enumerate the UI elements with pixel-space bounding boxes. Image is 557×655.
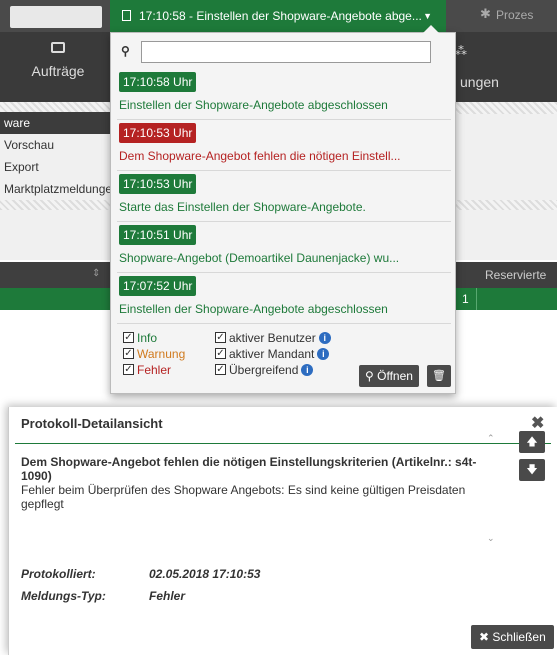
gear-icon: ✱ — [480, 6, 491, 21]
checkbox-checked-icon[interactable]: ✓ — [123, 364, 134, 376]
nav-item-settings[interactable]: ungen — [460, 74, 499, 90]
protocol-entry[interactable]: 17:07:52 Uhr Einstellen der Shopware-Ang… — [117, 273, 451, 324]
arrow-up-icon: 🡅 — [526, 436, 538, 448]
detail-heading: Dem Shopware-Angebot fehlen die nötigen … — [21, 455, 477, 483]
checkbox-checked-icon[interactable]: ✓ — [215, 332, 226, 344]
entry-time-badge: 17:10:53 Uhr — [119, 174, 197, 194]
checkbox-checked-icon[interactable]: ✓ — [215, 348, 226, 360]
arrow-down-icon: 🡇 — [526, 464, 538, 476]
top-left-field[interactable] — [10, 6, 102, 28]
filter-warnung[interactable]: ✓ Warnung — [123, 347, 185, 361]
side-menu-item[interactable]: Vorschau — [0, 134, 112, 156]
column-header-reserved[interactable]: Reservierte — [485, 268, 546, 282]
protocol-select[interactable]: 17:10:58 - Einstellen der Shopware-Angeb… — [110, 0, 446, 32]
message-type-row: Meldungs-Typ: Fehler — [21, 589, 185, 603]
message-type-value: Fehler — [149, 589, 186, 603]
info-icon[interactable]: i — [301, 363, 314, 376]
filter-aktiver-benutzer[interactable]: ✓ aktiver Benutzer i — [215, 331, 331, 345]
detail-body: Fehler beim Überprüfen des Shopware Ange… — [21, 483, 466, 511]
close-button-label: Schließen — [492, 630, 546, 644]
previous-entry-button[interactable]: 🡅 — [519, 431, 545, 453]
trash-button[interactable]: 🗑 — [427, 365, 451, 387]
info-icon[interactable]: i — [318, 331, 331, 344]
search-icon: ⚲ — [121, 44, 130, 58]
entry-message: Starte das Einstellen der Shopware-Angeb… — [119, 200, 366, 214]
nav-item-auftraege[interactable]: Aufträge — [18, 42, 98, 79]
logged-at-row: Protokolliert: 02.05.2018 17:10:53 — [21, 567, 260, 581]
filter-uebergreifend[interactable]: ✓ Übergreifend i — [215, 363, 314, 377]
sort-icon[interactable]: ⇕ — [92, 268, 100, 279]
close-icon: ✖ — [479, 630, 493, 644]
side-menu-item[interactable]: ware — [0, 112, 112, 134]
checkbox-checked-icon[interactable]: ✓ — [123, 348, 134, 360]
protocol-search: ⚲ — [119, 41, 449, 63]
entry-message: Einstellen der Shopware-Angebote abgesch… — [119, 302, 388, 316]
filter-aktiver-mandant-label: aktiver Mandant — [229, 347, 315, 361]
sitemap-icon: ⁂ — [455, 44, 467, 58]
filter-warnung-label: Warnung — [137, 347, 186, 361]
filter-fehler[interactable]: ✓ Fehler — [123, 363, 171, 377]
protocol-entry[interactable]: 17:10:53 Uhr Dem Shopware-Angebot fehlen… — [117, 120, 451, 171]
message-type-label: Meldungs-Typ: — [21, 589, 106, 603]
panel-arrow — [423, 25, 439, 33]
next-entry-button[interactable]: 🡇 — [519, 459, 545, 481]
close-icon[interactable]: ✖ — [531, 413, 544, 433]
protocol-detail-dialog: Protokoll-Detailansicht ✖ Dem Shopware-A… — [8, 407, 557, 655]
protocol-entry[interactable]: 17:10:51 Uhr Shopware-Angebot (Demoartik… — [117, 222, 451, 273]
logged-at-label: Protokolliert: — [21, 567, 96, 581]
side-menu-item[interactable]: Marktplatzmeldungen — [0, 178, 112, 200]
scroll-up-icon[interactable]: ⌃ — [487, 433, 495, 444]
filter-info[interactable]: ✓ Info — [123, 331, 157, 345]
scroll-down-icon[interactable]: ⌄ — [487, 533, 495, 544]
nav-item-settings-label: ungen — [460, 74, 499, 90]
checkbox-checked-icon[interactable]: ✓ — [123, 332, 134, 344]
search-input[interactable] — [141, 41, 431, 63]
document-icon — [122, 10, 131, 22]
prozess-label[interactable]: Prozes — [496, 8, 533, 22]
protocol-entry[interactable]: 17:10:58 Uhr Einstellen der Shopware-Ang… — [117, 69, 451, 120]
entry-time-badge: 17:10:53 Uhr — [119, 123, 197, 143]
checkbox-checked-icon[interactable]: ✓ — [215, 364, 226, 376]
trash-icon: 🗑 — [432, 370, 446, 382]
inbox-icon — [51, 42, 65, 53]
entry-time-badge: 17:10:58 Uhr — [119, 72, 197, 92]
side-menu-item[interactable]: Export — [0, 156, 112, 178]
close-button[interactable]: ✖ Schließen — [471, 625, 554, 649]
filter-uebergreifend-label: Übergreifend — [229, 363, 299, 377]
side-menu: ware Vorschau Export Marktplatzmeldungen — [0, 112, 112, 200]
detail-text-area[interactable]: Dem Shopware-Angebot fehlen die nötigen … — [21, 455, 507, 547]
entry-message: Dem Shopware-Angebot fehlen die nötigen … — [119, 149, 401, 163]
info-icon[interactable]: i — [317, 347, 330, 360]
row-count-cell: 1 — [462, 292, 469, 306]
open-button[interactable]: ⚲ Öffnen — [359, 365, 419, 387]
protocol-entry[interactable]: 17:10:53 Uhr Starte das Einstellen der S… — [117, 171, 451, 222]
cell-divider — [476, 288, 477, 310]
nav-item-auftraege-label: Aufträge — [31, 63, 85, 79]
entry-time-badge: 17:10:51 Uhr — [119, 225, 197, 245]
search-icon: ⚲ — [365, 369, 378, 383]
logged-at-value: 02.05.2018 17:10:53 — [149, 567, 261, 581]
entry-time-badge: 17:07:52 Uhr — [119, 276, 197, 296]
entry-message: Einstellen der Shopware-Angebote abgesch… — [119, 98, 388, 112]
protocol-list: 17:10:58 Uhr Einstellen der Shopware-Ang… — [117, 69, 451, 324]
filter-aktiver-mandant[interactable]: ✓ aktiver Mandant i — [215, 347, 330, 361]
dialog-title: Protokoll-Detailansicht — [21, 416, 163, 431]
entry-message: Shopware-Angebot (Demoartikel Daunenjack… — [119, 251, 400, 265]
open-button-label: Öffnen — [377, 369, 413, 383]
protocol-panel: ⚲ 17:10:58 Uhr Einstellen der Shopware-A… — [110, 25, 456, 394]
protocol-select-value: 17:10:58 - Einstellen der Shopware-Angeb… — [139, 9, 422, 23]
filter-aktiver-benutzer-label: aktiver Benutzer — [229, 331, 316, 345]
title-divider — [15, 443, 551, 444]
filter-info-label: Info — [137, 331, 158, 345]
filter-fehler-label: Fehler — [137, 363, 172, 377]
